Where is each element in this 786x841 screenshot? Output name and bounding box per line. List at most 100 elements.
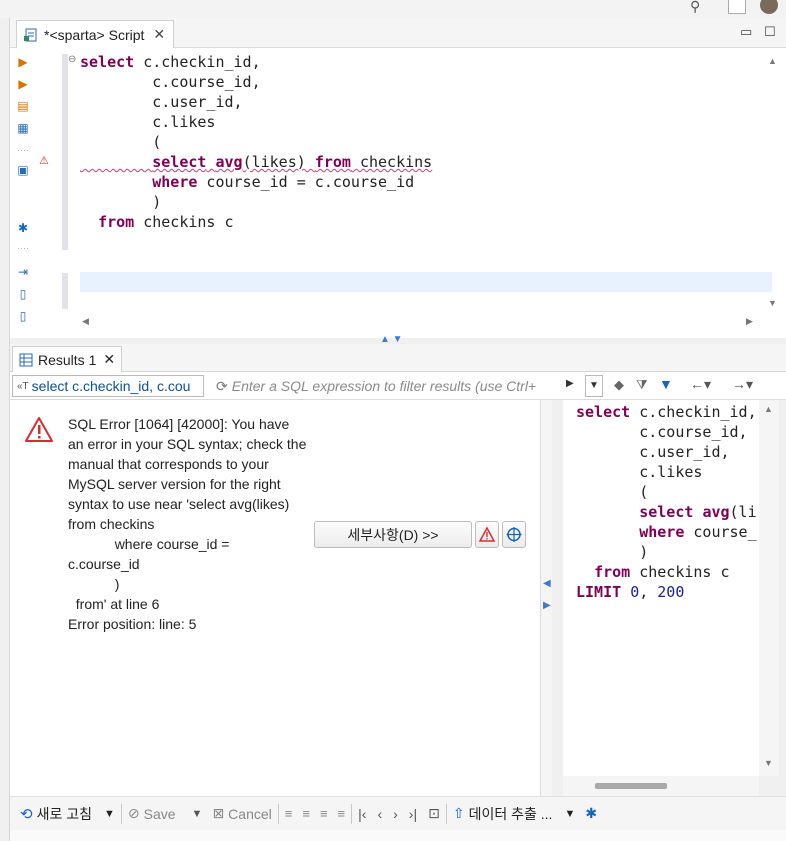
minimize-icon[interactable]: ▭	[740, 24, 752, 40]
collapse-left-icon[interactable]: ◀	[543, 578, 551, 589]
copy-row-icon[interactable]: ≡	[320, 806, 328, 821]
gear-icon[interactable]: ✱	[15, 220, 31, 236]
tab-results[interactable]: Results 1 ✕	[12, 346, 123, 372]
sql-vertical-scrollbar[interactable]: ▲ ▼	[759, 400, 779, 776]
execute-new-tab-icon[interactable]: ▶	[15, 76, 31, 92]
code-line: LIMIT 0, 200	[576, 583, 685, 601]
next-page-icon[interactable]: ›	[393, 806, 398, 822]
scroll-thumb[interactable]	[595, 783, 667, 789]
scroll-right-icon[interactable]: ▶	[746, 316, 753, 327]
code-line: from checkins c	[594, 563, 730, 581]
cancel-icon: ⊠	[212, 805, 225, 821]
query-text-box[interactable]: «T select c.checkin_id, c.cou	[12, 375, 204, 397]
filter-dropdown-button[interactable]: ▼	[585, 375, 603, 397]
close-icon[interactable]: ✕	[103, 351, 115, 368]
play-filter-icon[interactable]: ▶	[566, 378, 574, 389]
left-sidebar-strip	[0, 18, 10, 841]
new-script-icon[interactable]: ▯	[15, 286, 31, 302]
navigation-tools: |‹ ‹ › ›| ⊡	[358, 805, 440, 822]
load-script-icon[interactable]: ▯	[15, 308, 31, 324]
filter-input[interactable]: ⟳ Enter a SQL expression to filter resul…	[210, 375, 604, 397]
perspective-icon[interactable]	[728, 0, 746, 14]
code-line: c.likes	[576, 463, 703, 481]
toolbar-separator	[351, 803, 353, 824]
export-data-button[interactable]: ⇧ 데이터 추출 ...	[453, 804, 553, 824]
refresh-label: 새로 고침	[36, 805, 92, 822]
scroll-up-icon[interactable]: ▲	[768, 56, 777, 66]
fetch-size-icon[interactable]: ⊡	[428, 805, 440, 822]
line-ruler	[62, 54, 68, 250]
collapse-right-icon[interactable]: ▶	[543, 600, 551, 611]
save-dropdown-icon[interactable]: ▼	[192, 808, 203, 820]
error-log-button[interactable]	[475, 521, 499, 548]
fold-icon[interactable]: ⊖	[68, 54, 76, 65]
code-line: c.course_id,	[80, 73, 261, 91]
check-circle-icon: ⊘	[127, 805, 140, 821]
export-file-icon[interactable]: ⇥	[15, 264, 31, 280]
code-line: (	[576, 483, 649, 501]
row-edit-tools: ≡ ≡ ≡ ≡	[285, 806, 345, 821]
editor-horizontal-scrollbar[interactable]: ◀ ▶	[80, 316, 760, 330]
grid-icon	[19, 353, 33, 366]
scroll-left-icon[interactable]: ◀	[82, 316, 89, 327]
filter-history-icon: ⟳	[216, 377, 228, 394]
terminal-icon[interactable]: ▣	[15, 162, 31, 178]
toolbar-separator	[120, 803, 122, 824]
refresh-dropdown-icon[interactable]: ▼	[104, 808, 115, 820]
forward-arrow-icon[interactable]: →▾	[732, 376, 753, 393]
refresh-button[interactable]: ⟲ 새로 고침	[20, 804, 92, 824]
crosshair-icon	[506, 527, 522, 542]
details-button[interactable]: 세부사항(D) >>	[314, 521, 472, 548]
save-label: Save	[143, 805, 176, 822]
code-line: select avg(li	[639, 503, 757, 521]
tab-results-title: Results 1	[38, 351, 97, 368]
code-line: (	[80, 133, 162, 151]
code-line: select c.checkin_id,	[80, 53, 261, 71]
scroll-up-icon[interactable]: ▲	[764, 404, 773, 414]
cancel-label: Cancel	[228, 805, 272, 822]
last-page-icon[interactable]: ›|	[409, 806, 417, 822]
export-dropdown-icon[interactable]: ▼	[564, 808, 575, 820]
panel-divider[interactable]: ◀ ▶	[540, 400, 552, 796]
maximize-icon[interactable]: ☐	[764, 24, 776, 40]
gear-icon[interactable]: ✱	[585, 805, 597, 822]
sql-preview-panel: select c.checkin_id, c.course_id, c.user…	[563, 400, 759, 776]
delete-row-icon[interactable]: ≡	[338, 806, 346, 821]
prev-page-icon[interactable]: ‹	[377, 806, 382, 822]
refresh-icon: ⟲	[20, 805, 33, 823]
sql-horizontal-scrollbar[interactable]	[563, 776, 759, 796]
editor-tab-bar: *<sparta> Script ✕ ▭ ☐	[10, 18, 786, 48]
scroll-down-icon[interactable]: ▼	[768, 298, 777, 308]
editor-vertical-scrollbar[interactable]: ▲ ▼	[766, 52, 780, 310]
cancel-button[interactable]: ⊠ Cancel	[212, 805, 271, 822]
editor-side-toolbar: ▶ ▶ ▤ ▦ ···· ▣ ✱ ···· ⇥ ▯ ▯	[10, 48, 36, 338]
code-line: c.course_id,	[576, 423, 748, 441]
avatar[interactable]	[760, 0, 778, 14]
execute-statement-icon[interactable]: ▶	[15, 54, 31, 70]
code-line: select c.checkin_id,	[576, 403, 757, 421]
explain-plan-icon[interactable]: ▦	[15, 120, 31, 136]
save-button[interactable]: ⊘ Save	[128, 805, 176, 822]
execute-script-icon[interactable]: ▤	[15, 98, 31, 114]
search-icon[interactable]: ⚲	[690, 0, 700, 15]
add-row-icon[interactable]: ≡	[302, 806, 310, 821]
locate-button[interactable]	[502, 521, 526, 548]
edit-row-icon[interactable]: ≡	[285, 806, 293, 821]
export-icon: ⇧	[452, 805, 465, 821]
results-tab-bar: Results 1 ✕	[10, 344, 786, 372]
scroll-down-icon[interactable]: ▼	[764, 758, 773, 768]
code-line: where course_	[639, 523, 757, 541]
error-panel: SQL Error [1064] [42000]: You have an er…	[10, 400, 540, 796]
filter-settings-icon[interactable]: ⧩	[636, 377, 648, 393]
tab-script[interactable]: *<sparta> Script ✕	[16, 20, 175, 48]
sql-preview-code: select c.checkin_id, c.course_id, c.user…	[576, 402, 757, 602]
back-arrow-icon[interactable]: ←▾	[690, 376, 711, 393]
sql-editor[interactable]: ▶ ▶ ▤ ▦ ···· ▣ ✱ ···· ⇥ ▯ ▯ ⚠ ⊖ select c…	[10, 48, 786, 345]
first-page-icon[interactable]: |‹	[358, 806, 366, 822]
code-area[interactable]: select c.checkin_id, c.course_id, c.user…	[80, 52, 770, 232]
close-icon[interactable]: ✕	[153, 26, 165, 43]
eraser-icon[interactable]: ◆	[614, 377, 624, 393]
filter-icon[interactable]: ▼	[659, 376, 673, 392]
results-bottom-toolbar: ⟲ 새로 고침 ▼ ⊘ Save ▼ ⊠ Cancel ≡ ≡ ≡ ≡ |‹ ‹…	[10, 796, 786, 830]
code-line: )	[80, 193, 162, 211]
